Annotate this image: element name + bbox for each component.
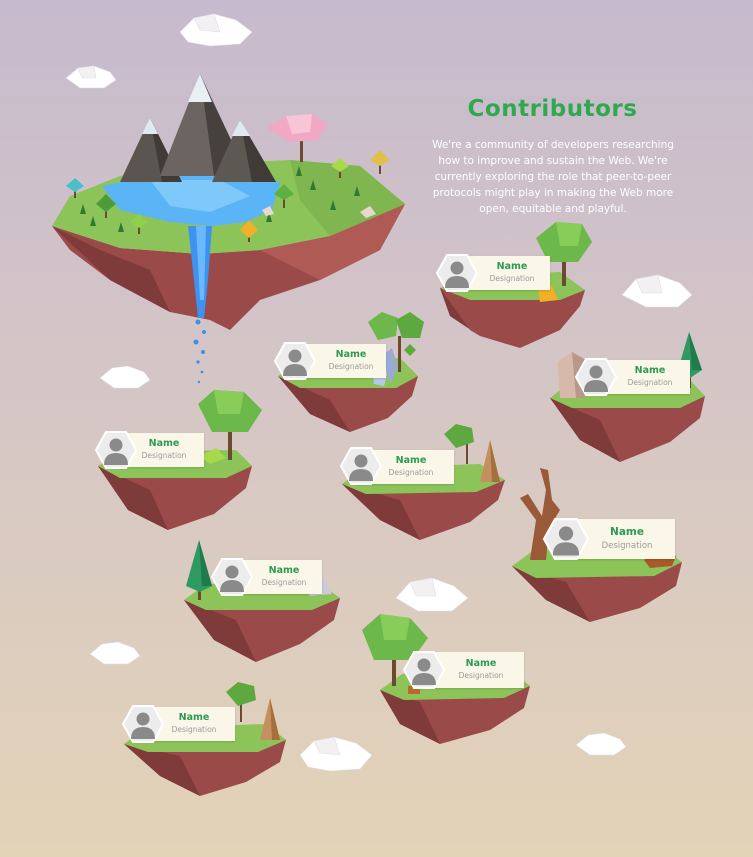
contributor-card[interactable]: Name Designation <box>560 519 675 559</box>
contributor-name: Name <box>610 526 644 538</box>
contributor-designation: Designation <box>489 274 535 283</box>
contributor-card[interactable]: Name Designation <box>592 360 690 394</box>
contributor-card[interactable]: Name Designation <box>112 433 204 467</box>
contributor-card[interactable]: Name Designation <box>290 344 386 378</box>
contributor-name: Name <box>148 438 180 449</box>
page-title: Contributors <box>467 96 638 122</box>
contributor-card[interactable]: Name Designation <box>420 652 524 688</box>
contributor-designation: Designation <box>141 451 187 460</box>
contributor-name: Name <box>335 349 367 360</box>
contributor-card[interactable]: Name Designation <box>452 256 550 290</box>
contributor-card[interactable]: Name Designation <box>356 450 454 484</box>
contributor-designation: Designation <box>261 578 307 587</box>
contributor-designation: Designation <box>388 468 434 477</box>
contributor-name: Name <box>268 565 300 576</box>
contributor-designation: Designation <box>458 671 504 680</box>
contributor-card[interactable]: Name Designation <box>226 560 322 594</box>
contributor-name: Name <box>634 365 666 376</box>
contributor-name: Name <box>496 261 528 272</box>
contributor-name: Name <box>178 712 210 723</box>
contributor-name: Name <box>465 658 497 669</box>
contributor-name: Name <box>395 455 427 466</box>
islands-decoration <box>98 222 705 796</box>
contributor-designation: Designation <box>171 725 217 734</box>
contributor-designation: Designation <box>328 362 374 371</box>
contributor-designation: Designation <box>601 541 653 551</box>
page-description: We're a community of developers research… <box>432 139 674 215</box>
contributor-card[interactable]: Name Designation <box>138 707 235 741</box>
contributor-designation: Designation <box>627 378 673 387</box>
